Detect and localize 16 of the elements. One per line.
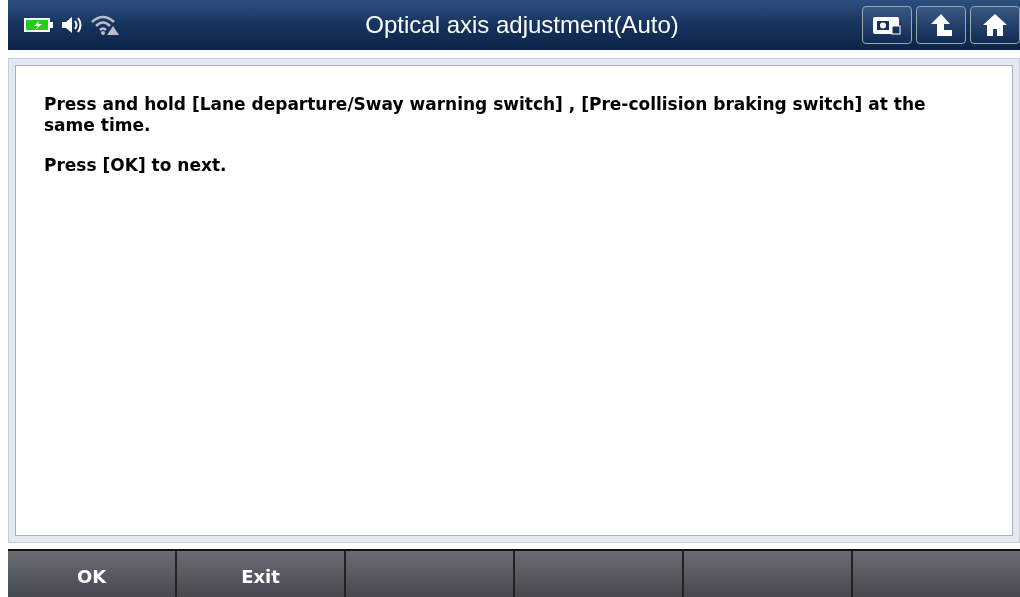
- back-button[interactable]: [916, 6, 966, 44]
- instruction-text: Press and hold [Lane departure/Sway warning switch] , [Pre-collision braking switch] at the same time.: [44, 94, 927, 136]
- wifi-warning-icon: [90, 14, 120, 36]
- window-title: Optical axis adjustment(Auto): [364, 11, 680, 39]
- function-key[interactable]: [684, 551, 851, 597]
- speaker-icon: [60, 15, 84, 35]
- screen-capture-button[interactable]: [862, 6, 912, 44]
- function-key[interactable]: Exit: [177, 551, 344, 597]
- battery-icon: [24, 17, 54, 33]
- function-key[interactable]: [346, 551, 513, 597]
- home-icon: [982, 12, 1008, 38]
- function-key[interactable]: [853, 551, 1020, 597]
- instruction-text: Press [OK] to next.: [44, 155, 228, 176]
- function-key[interactable]: OK: [8, 551, 175, 597]
- function-key[interactable]: [515, 551, 682, 597]
- home-button[interactable]: [970, 6, 1020, 44]
